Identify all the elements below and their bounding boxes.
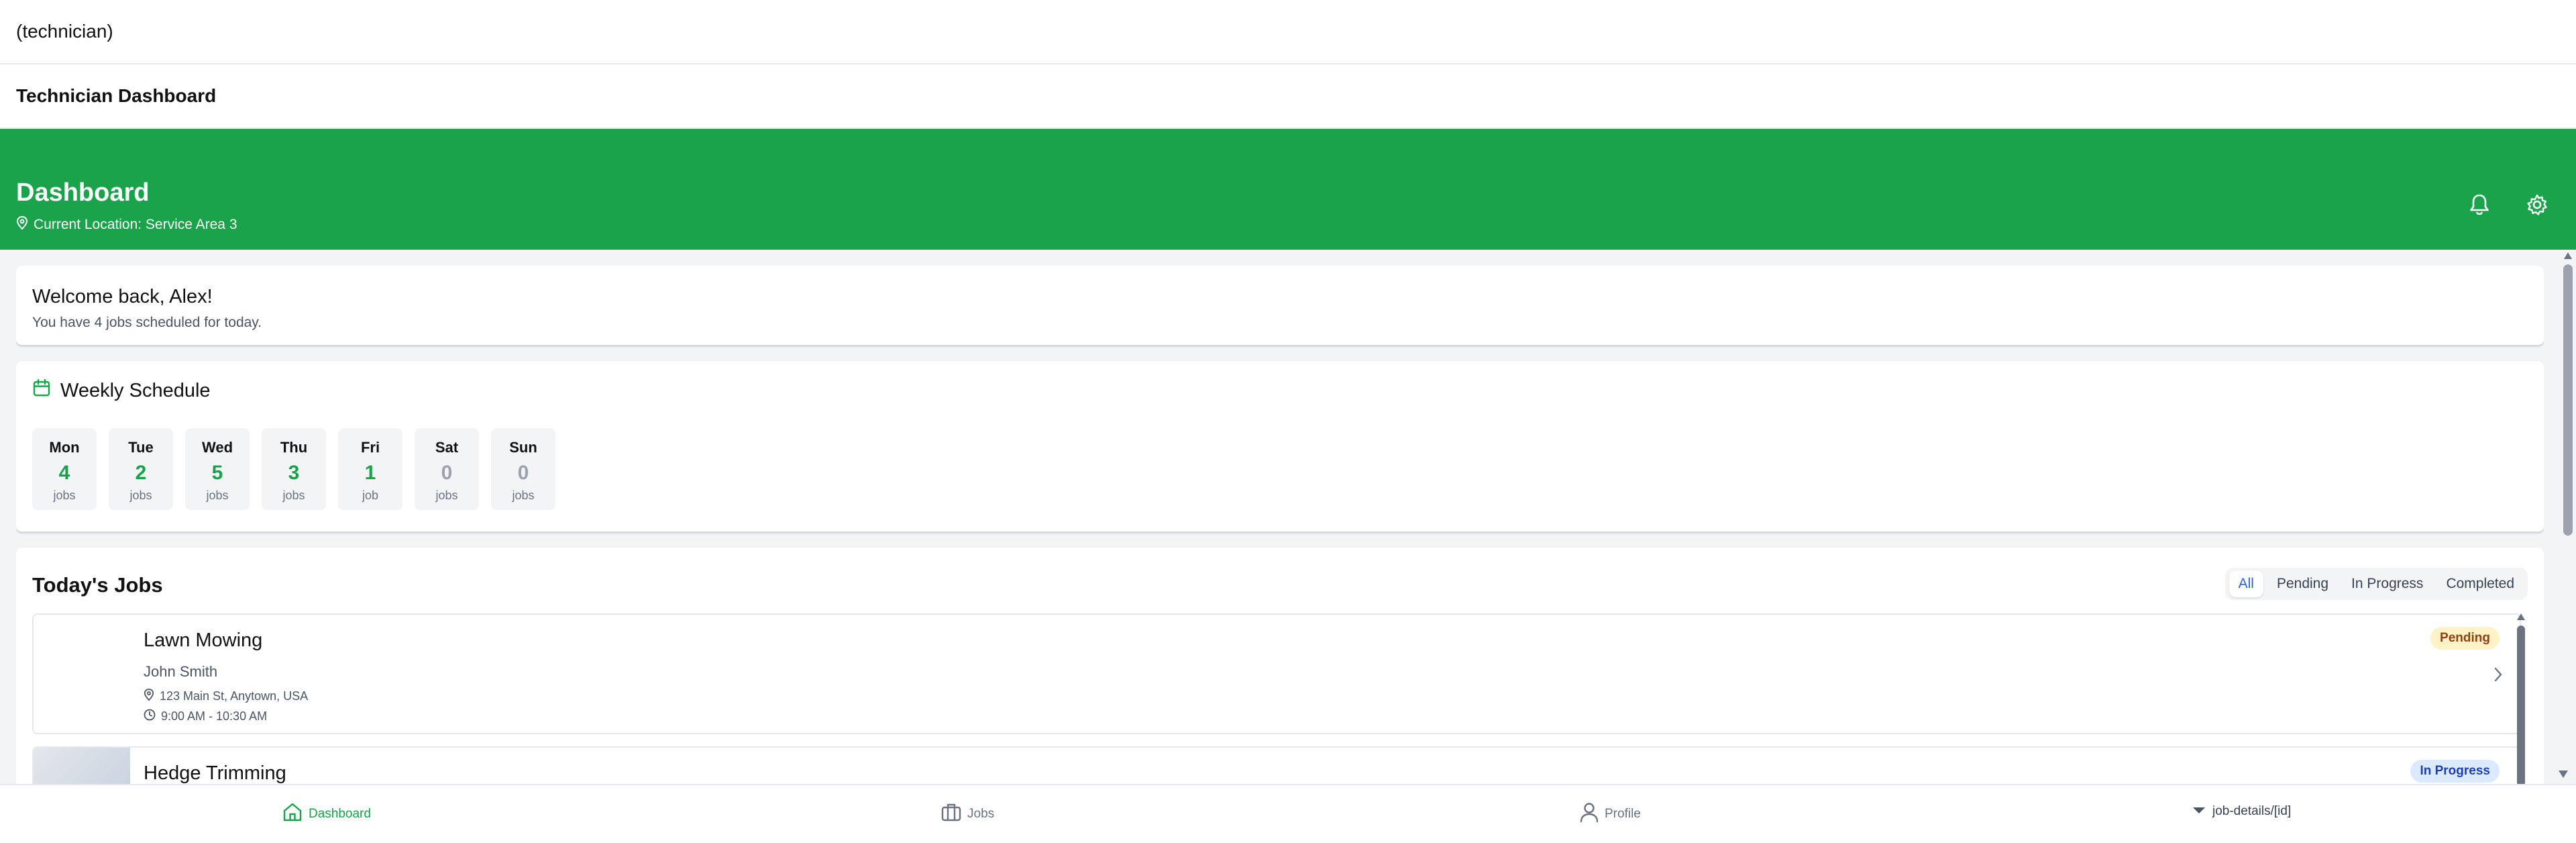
- day-name: Wed: [201, 439, 233, 456]
- job-customer: John Smith: [144, 663, 218, 680]
- calendar-icon: [32, 379, 51, 403]
- day-unit: job: [362, 489, 379, 502]
- nav-jobs[interactable]: Jobs: [941, 801, 994, 827]
- scroll-down-arrow[interactable]: [2559, 771, 2568, 778]
- nav-dashboard[interactable]: Dashboard: [282, 801, 371, 827]
- day-wed[interactable]: Wed 5 jobs: [185, 428, 250, 510]
- filter-completed[interactable]: Completed: [2436, 571, 2524, 597]
- filter-in-progress[interactable]: In Progress: [2342, 571, 2432, 597]
- job-address-row: 123 Main St, Anytown, USA: [144, 689, 308, 704]
- chevron-down-icon: [2191, 801, 2207, 822]
- nav-label: Profile: [1605, 807, 1641, 821]
- page-scrollbar[interactable]: [2560, 250, 2576, 784]
- day-name: Fri: [360, 439, 380, 456]
- map-pin-icon: [16, 215, 28, 234]
- location-row: Current Location: Service Area 3: [16, 215, 237, 234]
- welcome-text: You have 4 jobs scheduled for today.: [32, 315, 262, 330]
- day-unit: jobs: [206, 489, 229, 502]
- welcome-heading: Welcome back, Alex!: [32, 286, 213, 307]
- map-pin-icon: [144, 689, 154, 704]
- day-fri[interactable]: Fri 1 job: [338, 428, 402, 510]
- job-list[interactable]: Lawn Mowing John Smith 123 Main St, Anyt…: [32, 613, 2521, 784]
- todays-jobs-card: Today's Jobs All Pending In Progress Com…: [16, 548, 2544, 784]
- screen-title: Technician Dashboard: [16, 85, 217, 106]
- day-unit: jobs: [53, 489, 76, 502]
- job-time-row: 9:00 AM - 10:30 AM: [144, 709, 267, 724]
- job-title: Lawn Mowing: [144, 630, 263, 651]
- day-unit: jobs: [282, 489, 305, 502]
- weekly-schedule-header: Weekly Schedule: [32, 379, 2528, 403]
- chevron-right-icon[interactable]: [2493, 666, 2504, 687]
- nav-job-details[interactable]: job-details/[id]: [2191, 801, 2291, 822]
- todays-jobs-title: Today's Jobs: [32, 573, 163, 597]
- filter-all[interactable]: All: [2229, 571, 2263, 597]
- screen-header: Technician Dashboard: [0, 64, 2576, 129]
- route-title: (technician): [16, 21, 113, 42]
- day-name: Sun: [509, 439, 537, 456]
- bell-icon[interactable]: [2466, 191, 2493, 218]
- day-sun[interactable]: Sun 0 jobs: [491, 428, 555, 510]
- day-mon[interactable]: Mon 4 jobs: [32, 428, 97, 510]
- nav-profile[interactable]: Profile: [1579, 801, 1641, 827]
- dashboard-hero: Dashboard Current Location: Service Area…: [0, 129, 2576, 250]
- day-count: 3: [288, 462, 300, 484]
- scroll-up-arrow[interactable]: [2564, 252, 2572, 259]
- weekly-schedule-title: Weekly Schedule: [60, 379, 211, 401]
- scrollbar-thumb[interactable]: [2517, 626, 2525, 784]
- day-name: Thu: [280, 439, 308, 456]
- bottom-nav: Dashboard Jobs Profile job-details/[id]: [0, 784, 2576, 843]
- clock-icon: [144, 709, 156, 724]
- day-name: Sat: [435, 439, 459, 456]
- day-name: Mon: [49, 439, 80, 456]
- gear-icon[interactable]: [2524, 191, 2551, 218]
- job-time: 9:00 AM - 10:30 AM: [161, 709, 268, 723]
- day-count: 0: [441, 462, 453, 484]
- day-unit: jobs: [129, 489, 152, 502]
- status-badge: Pending: [2430, 627, 2500, 650]
- job-card[interactable]: Lawn Mowing John Smith 123 Main St, Anyt…: [32, 613, 2521, 734]
- home-icon: [282, 801, 303, 827]
- day-count: 0: [517, 462, 529, 484]
- page-title: Dashboard: [16, 179, 150, 207]
- scroll-up-arrow[interactable]: [2517, 613, 2525, 620]
- user-icon: [1579, 801, 1599, 827]
- job-list-scrollbar[interactable]: [2516, 612, 2526, 784]
- route-header: (technician): [0, 0, 2576, 64]
- day-unit: jobs: [435, 489, 458, 502]
- day-sat[interactable]: Sat 0 jobs: [415, 428, 479, 510]
- day-count: 2: [135, 462, 147, 484]
- day-count: 1: [364, 462, 376, 484]
- job-title: Hedge Trimming: [144, 762, 286, 784]
- briefcase-icon: [941, 801, 962, 827]
- job-card[interactable]: Hedge Trimming In Progress: [32, 746, 2521, 784]
- welcome-card: Welcome back, Alex! You have 4 jobs sche…: [16, 266, 2544, 345]
- filter-pending[interactable]: Pending: [2267, 571, 2338, 597]
- header-actions: [2466, 191, 2551, 218]
- day-tue[interactable]: Tue 2 jobs: [109, 428, 173, 510]
- job-filter-tabs: All Pending In Progress Completed: [2224, 568, 2528, 600]
- weekly-schedule-card: Weekly Schedule Mon 4 jobs Tue 2 jobs We…: [16, 361, 2544, 532]
- nav-label: job-details/[id]: [2212, 804, 2292, 818]
- status-badge: In Progress: [2410, 760, 2500, 783]
- day-unit: jobs: [512, 489, 535, 502]
- day-name: Tue: [128, 439, 154, 456]
- job-address: 123 Main St, Anytown, USA: [160, 689, 309, 703]
- weekly-days: Mon 4 jobs Tue 2 jobs Wed 5 jobs Thu 3 j…: [32, 428, 2528, 510]
- job-thumbnail: [34, 748, 130, 784]
- nav-label: Dashboard: [309, 807, 371, 821]
- scrollbar-thumb[interactable]: [2563, 264, 2573, 536]
- job-thumbnail: [34, 615, 130, 733]
- day-count: 4: [58, 462, 70, 484]
- app-page: (technician) Technician Dashboard Dashbo…: [0, 0, 2576, 843]
- day-thu[interactable]: Thu 3 jobs: [262, 428, 326, 510]
- current-location: Current Location: Service Area 3: [34, 217, 237, 232]
- dashboard-content[interactable]: Welcome back, Alex! You have 4 jobs sche…: [16, 250, 2544, 784]
- nav-label: Jobs: [967, 807, 995, 821]
- day-count: 5: [211, 462, 223, 484]
